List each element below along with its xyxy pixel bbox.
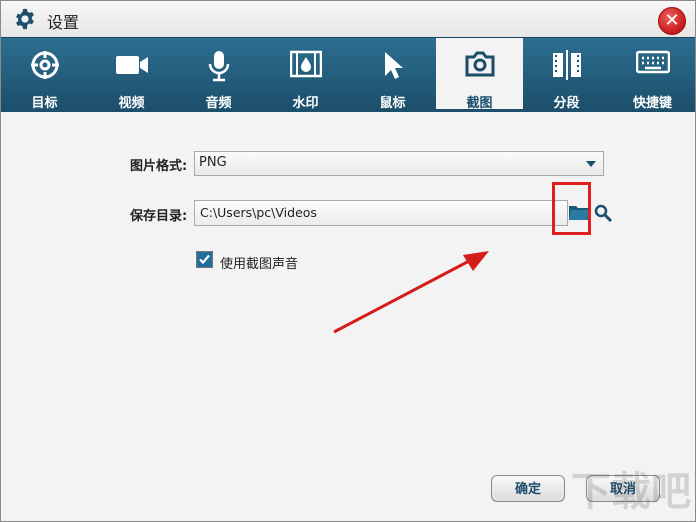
ok-button[interactable]: 确定 — [491, 475, 565, 502]
svg-text:下载吧: 下载吧 — [571, 469, 691, 515]
settings-window: 设置 ✕ 目标 视频 音频 水印 鼠标 截图 分段 快捷键 图片格式: PNG … — [0, 0, 696, 522]
site-watermark-logo: 下载吧 — [571, 469, 691, 515]
annotation-arrow — [333, 251, 489, 334]
